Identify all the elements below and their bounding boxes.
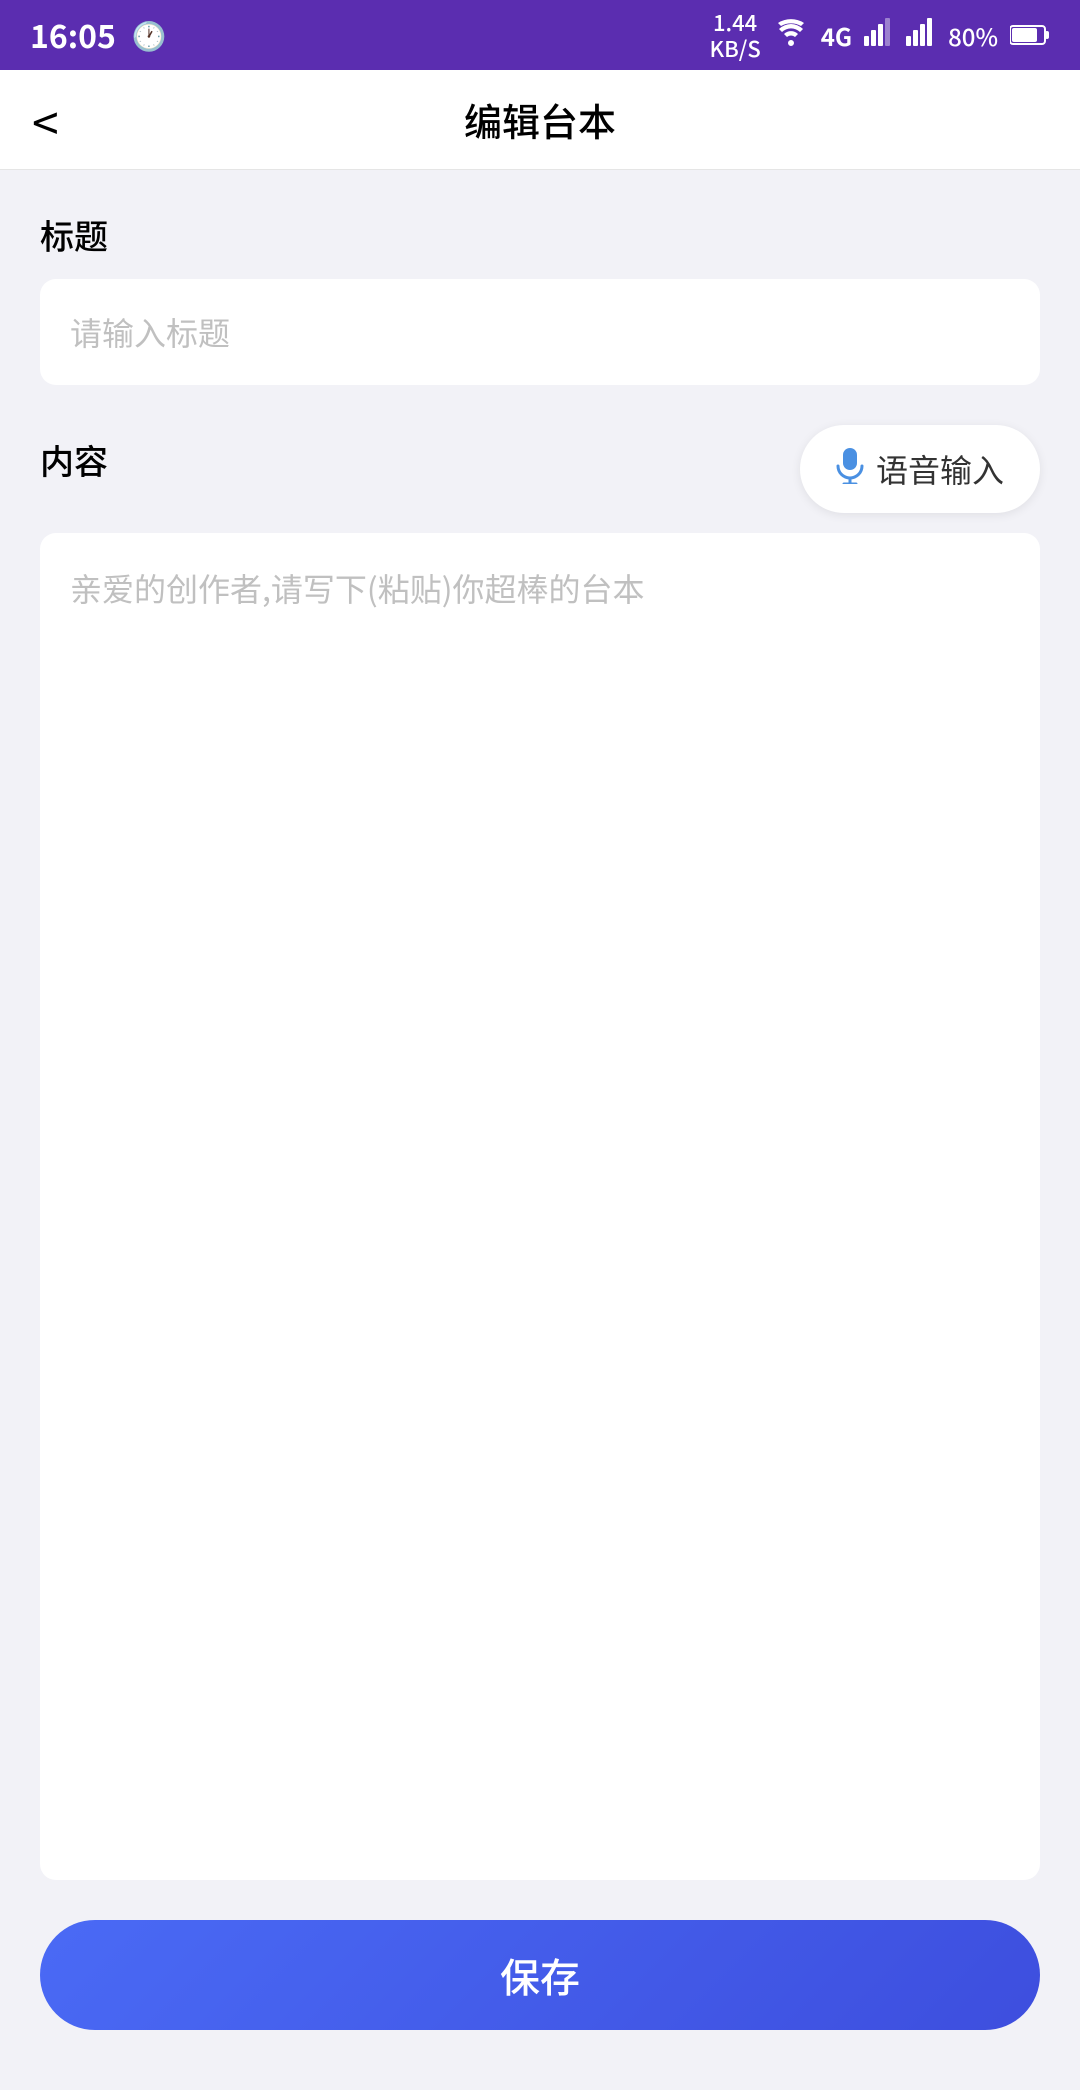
nav-bar: < 编辑台本 [0, 70, 1080, 170]
status-time: 16:05 [30, 12, 116, 58]
status-left: 16:05 🕐 [30, 12, 167, 58]
content-header: 内容 语音输入 [40, 425, 1040, 513]
save-button-wrapper: 保存 [0, 1920, 1080, 2090]
battery-icon [1010, 18, 1050, 53]
content-label: 内容 [40, 435, 108, 484]
alarm-icon: 🕐 [132, 15, 167, 55]
main-content: 标题 内容 语音输入 [0, 170, 1080, 1920]
page-title: 编辑台本 [464, 92, 616, 147]
voice-input-button[interactable]: 语音输入 [800, 425, 1040, 513]
title-input-wrapper [40, 279, 1040, 385]
content-section: 内容 语音输入 [40, 425, 1040, 1920]
microphone-icon [836, 443, 864, 495]
signal-bars2-icon [906, 18, 936, 53]
back-button[interactable]: < [32, 96, 59, 144]
content-textarea[interactable] [70, 563, 1010, 1850]
save-button[interactable]: 保存 [40, 1920, 1040, 2030]
battery-percent: 80% [948, 18, 998, 53]
wifi-icon [773, 18, 809, 53]
voice-input-label: 语音输入 [876, 446, 1004, 492]
title-input[interactable] [70, 309, 1010, 355]
content-textarea-wrapper [40, 533, 1040, 1880]
network-speed: 1.44 KB/S [709, 9, 760, 62]
title-label: 标题 [40, 210, 1040, 259]
status-right: 1.44 KB/S 4G 80% [709, 9, 1050, 62]
status-bar: 16:05 🕐 1.44 KB/S 4G 80% [0, 0, 1080, 70]
signal-4g: 4G [821, 18, 852, 53]
title-section: 标题 [40, 210, 1040, 425]
signal-bars-icon [864, 18, 894, 53]
